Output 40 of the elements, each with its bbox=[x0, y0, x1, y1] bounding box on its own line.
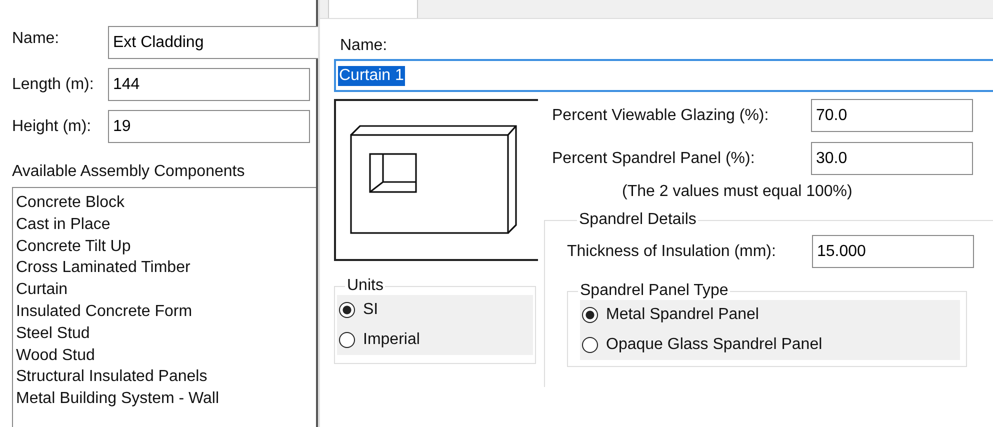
list-item[interactable]: Structural Insulated Panels bbox=[16, 366, 313, 388]
field-label: Percent Spandrel Panel (%): bbox=[552, 150, 756, 168]
field-label: Thickness of Insulation (mm): bbox=[567, 242, 777, 260]
radio-option[interactable]: Opaque Glass Spandrel Panel bbox=[580, 330, 960, 360]
name-label: Name: bbox=[340, 37, 388, 55]
group-title: Spandrel Details bbox=[578, 211, 698, 229]
list-item[interactable]: Metal Building System - Wall bbox=[16, 388, 313, 410]
group-title: Spandrel Panel Type bbox=[579, 282, 730, 300]
field-label: Height (m): bbox=[12, 118, 92, 136]
name-value: Curtain 1 bbox=[338, 66, 405, 86]
list-label: Available Assembly Components bbox=[12, 163, 246, 181]
radio-option[interactable]: Metal Spandrel Panel bbox=[580, 300, 960, 330]
text-field[interactable]: 30.0 bbox=[811, 142, 973, 175]
option-label: Opaque Glass Spandrel Panel bbox=[606, 336, 822, 354]
field-label: Length (m): bbox=[12, 76, 95, 94]
option-label: Imperial bbox=[363, 331, 420, 349]
radio-option[interactable]: SI bbox=[337, 295, 533, 325]
note-text: (The 2 values must equal 100%) bbox=[622, 183, 854, 201]
list-item[interactable]: Concrete Block bbox=[16, 192, 313, 214]
option-label: Metal Spandrel Panel bbox=[606, 306, 759, 324]
list-item[interactable]: Steel Stud bbox=[16, 322, 313, 345]
components-listbox[interactable]: Concrete Block Cast in Place Concrete Tilt Up Cross Laminated Timber Curtain Insulated Concrete Form Steel Stud Wood Stud Structural Insulated Panels Metal Building System - Wall bbox=[12, 187, 316, 427]
name-field[interactable]: Curtain 1 bbox=[334, 59, 993, 92]
list-item[interactable]: Wood Stud bbox=[16, 344, 313, 366]
radio-option[interactable]: Imperial bbox=[337, 325, 533, 355]
tab[interactable] bbox=[328, 0, 418, 18]
list-item[interactable]: Curtain bbox=[16, 279, 313, 301]
list-item[interactable]: Cast in Place bbox=[16, 214, 313, 236]
text-field[interactable]: 19 bbox=[108, 110, 310, 143]
field-label: Name: bbox=[12, 30, 60, 48]
text-field[interactable]: 15.000 bbox=[812, 235, 974, 268]
field-label: Percent Viewable Glazing (%): bbox=[552, 106, 770, 124]
list-item[interactable]: Concrete Tilt Up bbox=[16, 236, 313, 258]
option-label: SI bbox=[363, 301, 378, 319]
text-field[interactable]: 144 bbox=[108, 68, 310, 101]
group-title: Units bbox=[346, 277, 384, 295]
list-item[interactable]: Cross Laminated Timber bbox=[16, 257, 313, 280]
text-field[interactable]: 70.0 bbox=[811, 99, 973, 132]
text-field[interactable]: Ext Cladding bbox=[108, 26, 318, 59]
list-item[interactable]: Insulated Concrete Form bbox=[16, 300, 313, 323]
